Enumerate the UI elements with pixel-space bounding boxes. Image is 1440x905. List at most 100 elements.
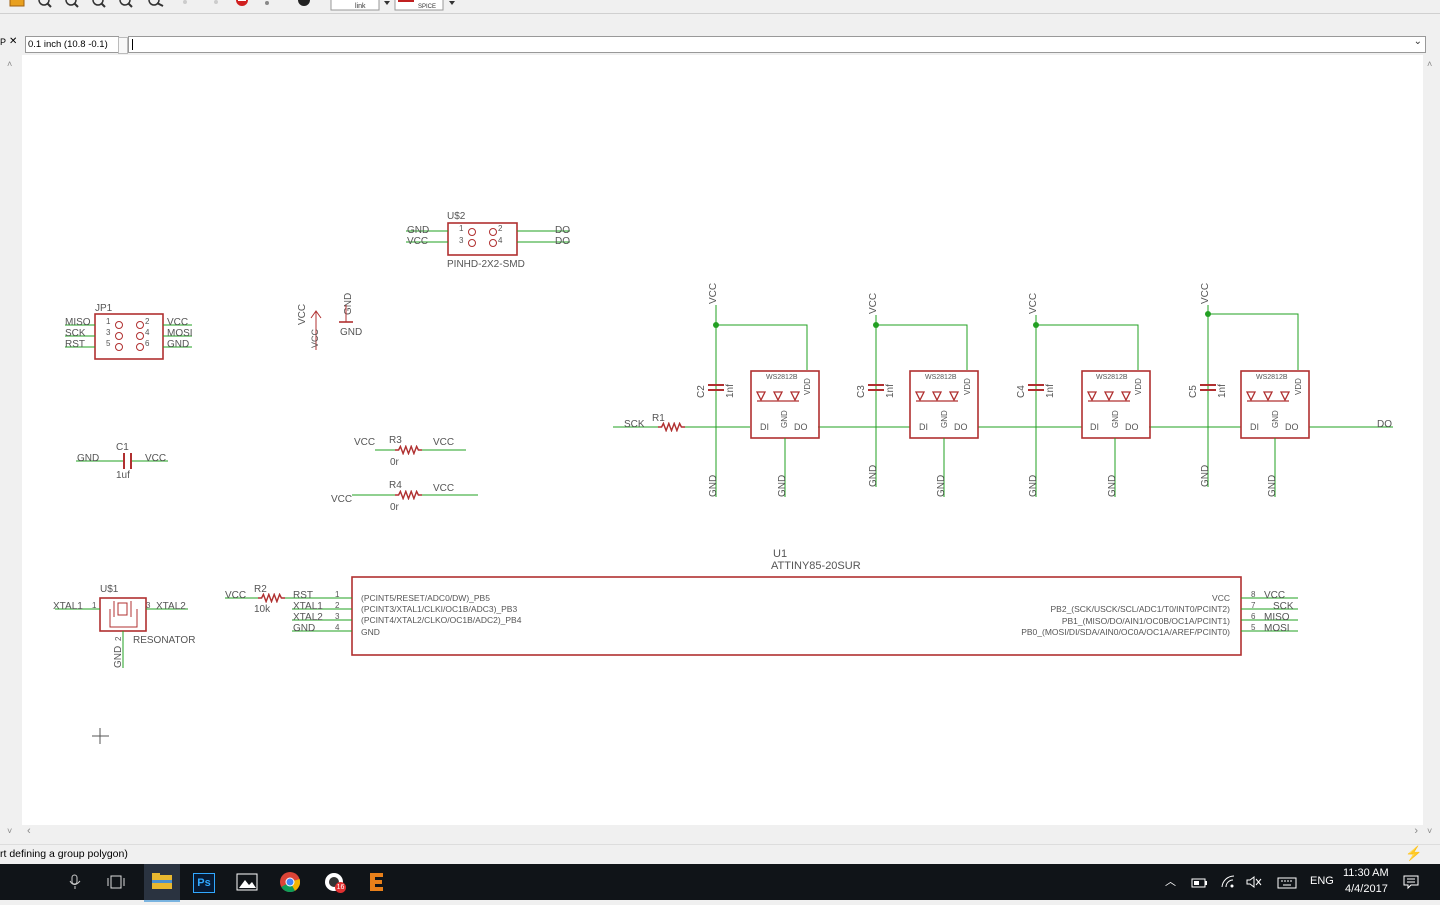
svg-text:4: 4 <box>498 236 503 245</box>
crosshair-cursor <box>92 728 109 744</box>
redo-icon[interactable] <box>214 0 218 4</box>
speaker-muted-icon[interactable] <box>1246 875 1262 889</box>
svg-text:VCC: VCC <box>310 328 320 348</box>
spice-button[interactable]: SPICE <box>394 0 444 11</box>
chevron-down-icon[interactable] <box>384 1 390 5</box>
scroll-down-icon[interactable]: ˅ <box>7 826 12 836</box>
link-button[interactable]: link <box>330 0 380 11</box>
svg-text:1nf: 1nf <box>1045 384 1056 398</box>
eagle-icon[interactable]: 16 <box>323 871 347 895</box>
stop-icon[interactable] <box>236 0 248 6</box>
resonator-u1[interactable]: U$1 XTAL1 XTAL2 1 2 3 RESONATOR GND <box>53 584 195 668</box>
scroll-up-icon[interactable]: ˄ <box>1427 59 1432 69</box>
svg-text:1: 1 <box>92 601 97 610</box>
command-input[interactable]: ⌄ <box>128 36 1426 53</box>
lightning-icon[interactable]: ⚡ <box>1405 844 1422 862</box>
svg-text:XTAL2: XTAL2 <box>293 612 323 623</box>
right-scrollbar[interactable]: ˄ ˅ <box>1423 55 1440 840</box>
svg-text:DI: DI <box>1250 422 1259 432</box>
wifi-icon[interactable] <box>1220 875 1236 889</box>
photoshop-icon[interactable]: Ps <box>193 873 215 893</box>
microphone-icon[interactable] <box>68 874 82 890</box>
action-center-icon[interactable] <box>1403 874 1419 890</box>
svg-text:10k: 10k <box>254 604 271 615</box>
svg-text:1: 1 <box>335 590 340 599</box>
svg-text:0r: 0r <box>390 502 400 513</box>
schematic-canvas[interactable]: U$2 1 2 3 4 GND VCC DO DO PINHD-2X2-SMD … <box>22 55 1423 825</box>
led-stage-2[interactable]: VCC C3 1nf GND WS2812B DI DO GND VDD GND <box>856 293 979 497</box>
svg-text:VCC: VCC <box>331 494 352 505</box>
scroll-right-icon[interactable]: › <box>1414 825 1418 837</box>
go-icon[interactable] <box>265 1 269 5</box>
redraw-icon[interactable] <box>148 0 164 7</box>
svg-text:1nf: 1nf <box>885 384 896 398</box>
resistor-r4[interactable]: R4 VCC VCC 0r <box>331 480 478 513</box>
svg-text:XTAL1: XTAL1 <box>53 601 83 612</box>
svg-text:link: link <box>355 3 366 10</box>
microcontroller-u1[interactable]: U1 ATTINY85-20SUR 1 2 3 4 RST XTAL1 XTAL… <box>292 548 1298 656</box>
svg-text:PB0_(MOSI/DI/SDA/AIN0/OC0A/OC1: PB0_(MOSI/DI/SDA/AIN0/OC0A/OC1A/AREF/PCI… <box>1021 627 1230 637</box>
left-scrollbar[interactable]: ˄ ˅ <box>4 55 20 840</box>
vcc-supply-symbol[interactable]: VCC VCC <box>297 304 322 350</box>
help-icon[interactable] <box>298 0 310 6</box>
led-stage-4[interactable]: VCC C5 1nf GND WS2812B DI DO GND VDD GND <box>1188 283 1310 497</box>
svg-text:VCC: VCC <box>407 236 428 247</box>
svg-text:1uf: 1uf <box>116 470 130 481</box>
svg-text:R3: R3 <box>389 435 402 446</box>
svg-text:1nf: 1nf <box>1217 384 1228 398</box>
svg-text:MISO: MISO <box>65 317 91 328</box>
led-stage-1[interactable]: VCC C2 1nf GND WS2812B DI DO GND VDD GND <box>696 283 820 497</box>
svg-text:GND: GND <box>708 475 719 497</box>
chevron-down-icon[interactable]: ⌄ <box>1414 36 1422 47</box>
svg-text:GND: GND <box>777 475 788 497</box>
scroll-down-icon[interactable]: ˅ <box>1427 826 1432 836</box>
taskbar: Ps 16 ︿ ENG 11:30 AM 4/4/2017 <box>0 864 1440 902</box>
pin-header-u2[interactable]: U$2 1 2 3 4 GND VCC DO DO PINHD-2X2-SMD <box>406 211 570 270</box>
svg-text:GND: GND <box>1107 475 1118 497</box>
clock-date[interactable]: 4/4/2017 <box>1345 883 1388 895</box>
close-icon[interactable]: ✕ <box>9 36 17 47</box>
svg-text:GND: GND <box>340 327 362 338</box>
toolbar: link SPICE <box>0 0 1440 14</box>
svg-text:WS2812B: WS2812B <box>1096 374 1128 381</box>
zoom-fit-icon[interactable] <box>38 0 52 8</box>
resistor-r3[interactable]: R3 VCC VCC 0r <box>354 435 466 468</box>
svg-text:2: 2 <box>335 601 340 610</box>
keyboard-icon[interactable] <box>1277 876 1297 889</box>
bottom-scrollbar[interactable]: ‹ › <box>22 825 1423 840</box>
isp-header-jp1[interactable]: JP1 1 3 5 2 4 6 MISO SCK RST VCC MOSI GN… <box>65 303 193 360</box>
e-app-icon[interactable] <box>369 872 385 892</box>
undo-icon[interactable] <box>183 0 187 4</box>
zoom-out-icon[interactable] <box>92 0 106 8</box>
svg-text:VDD: VDD <box>803 378 812 395</box>
scroll-up-icon[interactable]: ˄ <box>7 59 12 69</box>
zoom-select-icon[interactable] <box>119 0 133 8</box>
led-stage-3[interactable]: VCC C4 1nf GND WS2812B DI DO GND VDD GND <box>1016 293 1151 497</box>
file-explorer-icon[interactable] <box>144 864 180 902</box>
chevron-up-icon[interactable]: ︿ <box>1165 873 1176 889</box>
chevron-down-icon[interactable] <box>449 1 455 5</box>
battery-icon[interactable] <box>1191 876 1209 888</box>
svg-text:GND: GND <box>361 627 380 637</box>
resistor-r2[interactable]: R2 VCC 10k <box>225 584 292 615</box>
folder-icon[interactable] <box>9 0 25 7</box>
capacitor-c1[interactable]: C1 GND VCC 1uf <box>76 442 168 481</box>
status-bar: rt defining a group polygon) ⚡ <box>0 844 1440 865</box>
svg-text:R4: R4 <box>389 480 402 491</box>
coordinate-display: 0.1 inch (10.8 -0.1) <box>25 36 119 53</box>
scroll-left-icon[interactable]: ‹ <box>27 825 31 837</box>
photos-icon[interactable] <box>236 873 258 891</box>
zoom-in-icon[interactable] <box>65 0 79 8</box>
svg-text:R2: R2 <box>254 584 267 595</box>
task-view-icon[interactable] <box>107 875 125 889</box>
grid-toggle[interactable] <box>118 37 128 54</box>
svg-text:GND: GND <box>1111 410 1120 428</box>
svg-text:VCC: VCC <box>868 293 879 314</box>
gnd-supply-symbol[interactable]: GND GND <box>339 293 362 338</box>
schematic-drawing[interactable]: U$2 1 2 3 4 GND VCC DO DO PINHD-2X2-SMD … <box>22 55 1423 825</box>
chrome-icon[interactable] <box>280 872 301 893</box>
language-indicator[interactable]: ENG <box>1310 875 1334 887</box>
clock-time[interactable]: 11:30 AM <box>1343 867 1389 879</box>
toolbar-icons: link SPICE <box>9 0 455 11</box>
svg-text:C2: C2 <box>696 385 707 398</box>
